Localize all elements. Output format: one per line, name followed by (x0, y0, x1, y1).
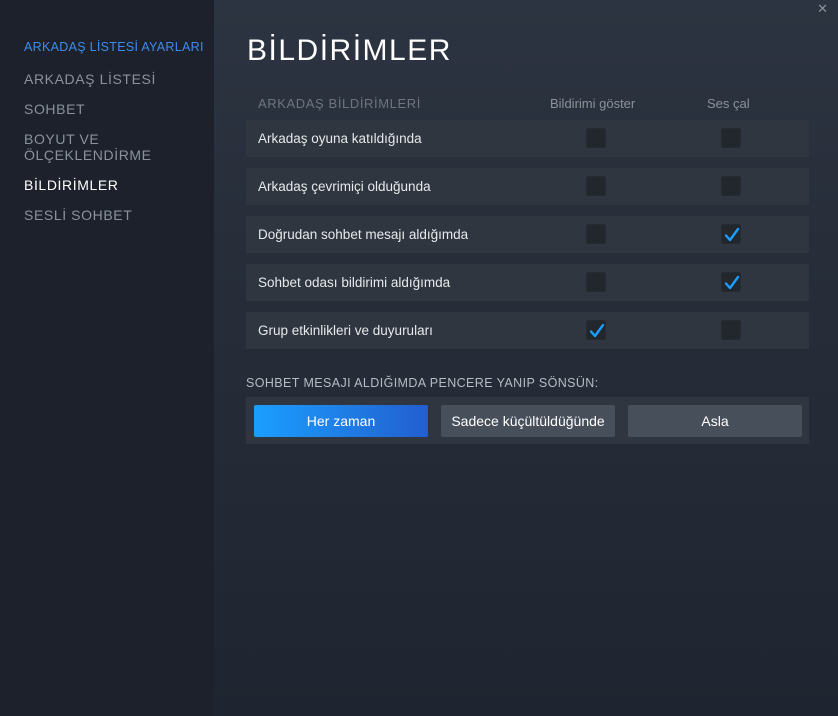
sidebar-item-notifications[interactable]: BİLDİRİMLER (0, 177, 174, 193)
notification-row: Sohbet odası bildirimi aldığımda (246, 264, 809, 301)
play-sound-checkbox[interactable] (721, 272, 741, 292)
row-label: Grup etkinlikleri ve duyuruları (258, 323, 433, 338)
notification-row: Arkadaş oyuna katıldığında (246, 120, 809, 157)
column-header-play-sound: Ses çal (707, 96, 750, 111)
row-label: Arkadaş çevrimiçi olduğunda (258, 179, 431, 194)
close-icon[interactable]: ✕ (817, 2, 828, 15)
sidebar-item-chat[interactable]: SOHBET (0, 101, 174, 117)
notification-row: Arkadaş çevrimiçi olduğunda (246, 168, 809, 205)
show-notification-checkbox[interactable] (586, 320, 606, 340)
sidebar-header: ARKADAŞ LİSTESİ AYARLARI (24, 40, 204, 54)
flash-always-button[interactable]: Her zaman (254, 405, 428, 437)
play-sound-checkbox[interactable] (721, 224, 741, 244)
checkmark-icon (724, 227, 740, 242)
row-label: Sohbet odası bildirimi aldığımda (258, 275, 451, 290)
row-label: Arkadaş oyuna katıldığında (258, 131, 422, 146)
checkmark-icon (724, 275, 740, 290)
checkmark-icon (589, 323, 605, 338)
show-notification-checkbox[interactable] (586, 224, 606, 244)
flash-window-section-label: SOHBET MESAJI ALDIĞIMDA PENCERE YANIP SÖ… (246, 376, 599, 390)
column-header-show-notification: Bildirimi göster (550, 96, 636, 111)
notification-row: Grup etkinlikleri ve duyuruları (246, 312, 809, 349)
page-title: BİLDİRİMLER (247, 34, 452, 67)
sidebar-item-friends-list[interactable]: ARKADAŞ LİSTESİ (0, 71, 174, 87)
main-panel: ✕ BİLDİRİMLER ARKADAŞ BİLDİRİMLERİ Bildi… (214, 0, 838, 716)
sidebar: ARKADAŞ LİSTESİ AYARLARI ARKADAŞ LİSTESİ… (0, 0, 214, 716)
sidebar-item-voice-chat[interactable]: SESLİ SOHBET (0, 207, 174, 223)
sidebar-item-size-scaling[interactable]: BOYUT VE ÖLÇEKLENDİRME (0, 131, 174, 163)
play-sound-checkbox[interactable] (721, 176, 741, 196)
flash-options-panel: Her zaman Sadece küçültüldüğünde Asla (246, 397, 809, 444)
show-notification-checkbox[interactable] (586, 128, 606, 148)
play-sound-checkbox[interactable] (721, 320, 741, 340)
row-label: Doğrudan sohbet mesajı aldığımda (258, 227, 469, 242)
show-notification-checkbox[interactable] (586, 176, 606, 196)
flash-when-minimized-button[interactable]: Sadece küçültüldüğünde (441, 405, 615, 437)
friend-notifications-heading: ARKADAŞ BİLDİRİMLERİ (258, 96, 421, 111)
play-sound-checkbox[interactable] (721, 128, 741, 148)
notification-row: Doğrudan sohbet mesajı aldığımda (246, 216, 809, 253)
settings-window: ARKADAŞ LİSTESİ AYARLARI ARKADAŞ LİSTESİ… (0, 0, 838, 716)
show-notification-checkbox[interactable] (586, 272, 606, 292)
flash-never-button[interactable]: Asla (628, 405, 802, 437)
